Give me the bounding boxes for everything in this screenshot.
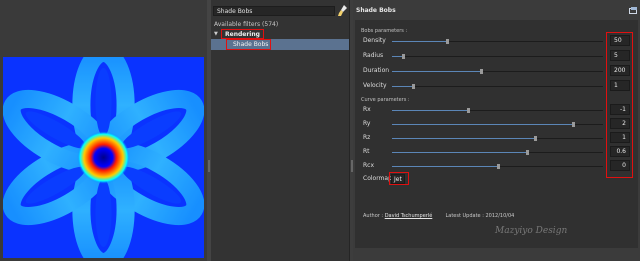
slider-fill bbox=[392, 138, 536, 139]
slider-handle[interactable] bbox=[534, 136, 538, 141]
param-label: Ry bbox=[363, 120, 371, 127]
slider-rt[interactable] bbox=[392, 150, 603, 155]
slider-handle[interactable] bbox=[445, 39, 449, 44]
slider-fill bbox=[392, 124, 574, 125]
param-label: Velocity bbox=[363, 82, 387, 89]
watermark-text: Mazyiyo Design bbox=[495, 226, 568, 236]
curve-section-title: Curve parameters : bbox=[361, 97, 410, 103]
expand-arrow-icon[interactable]: ▼ bbox=[214, 31, 218, 37]
highlight-box-item bbox=[226, 39, 271, 50]
slider-fill bbox=[392, 86, 414, 87]
bobs-row-velocity: Velocity 1 bbox=[355, 80, 638, 92]
slider-duration[interactable] bbox=[392, 69, 603, 74]
slider-handle[interactable] bbox=[496, 164, 500, 169]
filter-search-input[interactable]: Shade Bobs bbox=[213, 6, 335, 16]
slider-handle[interactable] bbox=[572, 122, 576, 127]
export-icon[interactable] bbox=[629, 7, 637, 14]
search-value: Shade Bobs bbox=[217, 8, 253, 15]
highlight-box-category bbox=[221, 29, 264, 39]
param-label: Radius bbox=[363, 52, 384, 59]
param-label: Rt bbox=[363, 148, 370, 155]
highlight-box-values bbox=[606, 32, 633, 178]
param-label: Rcx bbox=[363, 162, 375, 169]
curve-row-rx: Rx -1 bbox=[355, 104, 638, 116]
preview-pane bbox=[0, 0, 207, 261]
bobs-section-title: Bobs parameters : bbox=[361, 28, 408, 34]
highlight-box-colormap bbox=[389, 172, 409, 185]
slider-fill bbox=[392, 41, 447, 42]
slider-velocity[interactable] bbox=[392, 84, 603, 89]
filter-footer: Author : David Tschumperlé Latest Update… bbox=[363, 213, 514, 219]
bobs-row-duration: Duration 200 bbox=[355, 65, 638, 77]
slider-handle[interactable] bbox=[526, 150, 530, 155]
colormap-label: Colormap bbox=[363, 175, 392, 182]
parameters-pane: Shade Bobs Bobs parameters : Density 50 Ra… bbox=[353, 0, 640, 261]
slider-handle[interactable] bbox=[466, 108, 470, 113]
curve-row-rt: Rt 0.6 bbox=[355, 146, 638, 158]
slider-fill bbox=[392, 71, 481, 72]
slider-handle[interactable] bbox=[412, 84, 416, 89]
bobs-row-radius: Radius 5 bbox=[355, 50, 638, 62]
curve-row-ry: Ry 2 bbox=[355, 118, 638, 130]
author-prefix: Author : bbox=[363, 213, 384, 219]
author-link[interactable]: David Tschumperlé bbox=[385, 213, 433, 219]
slider-handle[interactable] bbox=[401, 54, 405, 59]
slider-fill bbox=[392, 152, 528, 153]
slider-radius[interactable] bbox=[392, 54, 603, 59]
filter-browser: Shade Bobs Available filters (574) ▼ Ren… bbox=[211, 0, 349, 261]
param-label: Rz bbox=[363, 134, 371, 141]
slider-ry[interactable] bbox=[392, 122, 603, 127]
available-filters-label: Available filters (574) bbox=[214, 21, 279, 28]
latest-update: Latest Update : 2012/10/04 bbox=[445, 213, 515, 219]
slider-fill bbox=[392, 110, 468, 111]
slider-fill bbox=[392, 166, 498, 167]
slider-rz[interactable] bbox=[392, 136, 603, 141]
clear-search-brush-icon[interactable] bbox=[338, 5, 348, 17]
parameters-body: Bobs parameters : Density 50 Radius 5 Durati… bbox=[355, 20, 638, 248]
slider-rcx[interactable] bbox=[392, 164, 603, 169]
param-label: Rx bbox=[363, 106, 371, 113]
param-label: Density bbox=[363, 37, 386, 44]
slider-handle[interactable] bbox=[479, 69, 483, 74]
tree-item-shade-bobs[interactable]: Shade Bobs bbox=[211, 39, 349, 50]
filter-title: Shade Bobs bbox=[356, 7, 396, 14]
tree-category-rendering[interactable]: ▼ Rendering bbox=[211, 29, 349, 39]
shade-bobs-render bbox=[3, 57, 204, 258]
parameters-header: Shade Bobs bbox=[353, 5, 640, 16]
filter-tree: ▼ Rendering Shade Bobs bbox=[211, 29, 349, 50]
bobs-row-density: Density 50 bbox=[355, 35, 638, 47]
splitter-grip[interactable] bbox=[208, 160, 210, 172]
slider-rx[interactable] bbox=[392, 108, 603, 113]
curve-row-rcx: Rcx 0 bbox=[355, 160, 638, 172]
preview-image[interactable] bbox=[3, 57, 204, 258]
slider-density[interactable] bbox=[392, 39, 603, 44]
colormap-row: Colormap Jet bbox=[355, 172, 638, 185]
param-label: Duration bbox=[363, 67, 390, 74]
curve-row-rz: Rz 1 bbox=[355, 132, 638, 144]
